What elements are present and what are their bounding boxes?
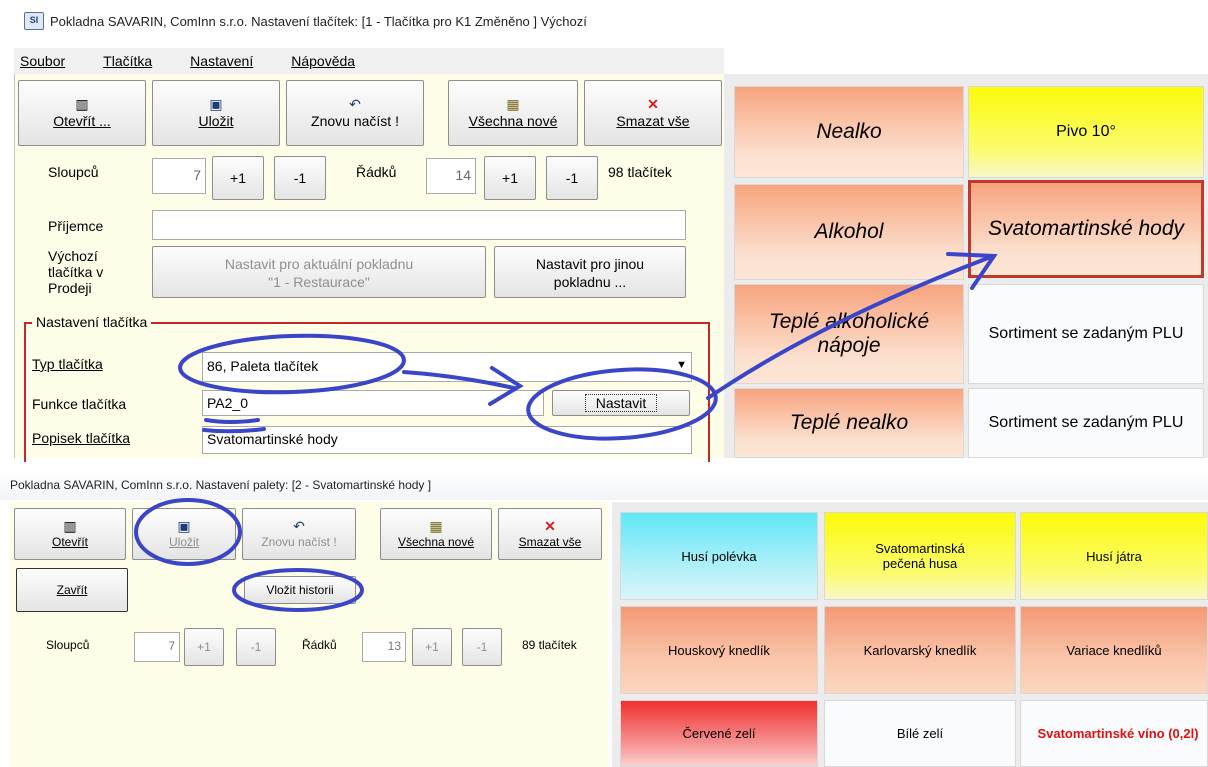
button-type-value: 86, Paleta tlačítek	[207, 358, 319, 374]
button-description-label: Popisek tlačítka	[32, 430, 131, 446]
palette-columns-label: Sloupců	[46, 638, 90, 652]
delete-x-icon: ✕	[647, 96, 659, 112]
set-other-register-button[interactable]: Nastavit pro jinou pokladnu ...	[494, 246, 686, 298]
palette-button-cervene-zeli[interactable]: Červené zelí	[620, 700, 818, 767]
grid-button-svatomartinske-hody[interactable]: Svatomartinské hody	[968, 180, 1204, 278]
menu-soubor[interactable]: Soubor	[20, 53, 65, 69]
open-button[interactable]: ▥ Otevřít ...	[18, 80, 146, 146]
palette-button-karlovarsky-knedlik[interactable]: Karlovarský knedlík	[824, 606, 1016, 694]
grid-button-alkohol[interactable]: Alkohol	[734, 184, 964, 280]
delete-all-button-label: Smazat vše	[616, 113, 690, 129]
button-function-label: Funkce tlačítka	[32, 396, 127, 412]
undo-icon: ↶	[349, 96, 361, 112]
grid-button-sortiment-plu-1[interactable]: Sortiment se zadaným PLU	[968, 284, 1204, 384]
grid-button-teple-nealko[interactable]: Teplé nealko	[734, 388, 964, 458]
palette-save-label: Uložit	[168, 535, 199, 549]
app-icon: SI	[24, 12, 44, 30]
save-button[interactable]: ▣ Uložit	[152, 80, 280, 146]
grid-button-pivo[interactable]: Pivo 10°	[968, 86, 1204, 178]
palette-columns-minus[interactable]: -1	[236, 628, 276, 666]
palette-rows-input[interactable]: 13	[362, 632, 406, 662]
palette-reload-button[interactable]: ↶ Znovu načíst !	[242, 508, 356, 560]
button-type-select[interactable]: 86, Paleta tlačítek ▼	[202, 352, 692, 382]
grid-button-sortiment-plu-2[interactable]: Sortiment se zadaným PLU	[968, 388, 1204, 458]
floppy-icon: ▣	[209, 96, 223, 112]
default-buttons-label: Výchozí tlačítka v Prodeji	[48, 248, 104, 296]
delete-all-button[interactable]: ✕ Smazat vše	[584, 80, 722, 146]
new-grid-icon: ▦	[429, 518, 443, 534]
palette-button-count: 89 tlačítek	[522, 638, 577, 652]
palette-open-label: Otevřít	[51, 535, 88, 549]
close-button[interactable]: Zavřít	[16, 568, 128, 612]
button-count: 98 tlačítek	[608, 164, 672, 180]
palette-columns-input[interactable]: 7	[134, 632, 180, 662]
palette-open-button[interactable]: ▥ Otevřít	[14, 508, 126, 560]
columns-input[interactable]: 7	[152, 158, 206, 194]
palette-button-husi-jatra[interactable]: Husí játra	[1020, 512, 1208, 600]
palette-rows-label: Řádků	[302, 638, 337, 652]
palette-reload-label: Znovu načíst !	[261, 535, 337, 549]
top-window-titlebar: SI Pokladna SAVARIN, ComInn s.r.o. Nasta…	[0, 0, 1208, 42]
rows-plus-button[interactable]: +1	[484, 156, 536, 200]
new-all-button-label: Všechna nové	[468, 113, 558, 129]
floppy-icon: ▣	[177, 518, 191, 534]
palette-button-bile-zeli[interactable]: Bílé zelí	[824, 700, 1016, 767]
insert-history-button[interactable]: Vložit historii	[244, 576, 356, 604]
columns-label: Sloupců	[48, 164, 99, 180]
palette-new-all-label: Všechna nové	[397, 535, 475, 549]
bottom-window-titlebar: Pokladna SAVARIN, ComInn s.r.o. Nastaven…	[0, 470, 1208, 500]
open-button-label: Otevřít ...	[53, 113, 111, 129]
columns-icon: ▥	[75, 96, 89, 112]
columns-minus-button[interactable]: -1	[274, 156, 326, 200]
undo-icon: ↶	[293, 518, 305, 534]
columns-plus-button[interactable]: +1	[212, 156, 264, 200]
recipient-label: Příjemce	[48, 218, 104, 234]
palette-save-button[interactable]: ▣ Uložit	[132, 508, 236, 560]
rows-label: Řádků	[356, 164, 397, 180]
menu-tlacitka[interactable]: Tlačítka	[103, 53, 152, 69]
palette-columns-plus[interactable]: +1	[184, 628, 224, 666]
grid-button-teple-alkoholicke[interactable]: Teplé alkoholické nápoje	[734, 284, 964, 384]
palette-button-houskovy-knedlik[interactable]: Houskový knedlík	[620, 606, 818, 694]
reload-button[interactable]: ↶ Znovu načíst !	[286, 80, 424, 146]
delete-x-icon: ✕	[544, 518, 556, 534]
menu-nastaveni[interactable]: Nastavení	[190, 53, 253, 69]
button-settings-title: Nastavení tlačítka	[32, 314, 152, 330]
button-type-label: Typ tlačítka	[32, 356, 103, 372]
button-description-input[interactable]: Svatomartinské hody	[202, 426, 692, 454]
palette-delete-all-button[interactable]: ✕ Smazat vše	[498, 508, 602, 560]
grid-button-nealko[interactable]: Nealko	[734, 86, 964, 178]
palette-new-all-button[interactable]: ▦ Všechna nové	[380, 508, 492, 560]
save-button-label: Uložit	[198, 113, 234, 129]
new-all-button[interactable]: ▦ Všechna nové	[448, 80, 578, 146]
top-window-title: Pokladna SAVARIN, ComInn s.r.o. Nastaven…	[50, 13, 587, 29]
rows-input[interactable]: 14	[426, 158, 476, 194]
menu-bar: Soubor Tlačítka Nastavení Nápověda	[14, 48, 724, 74]
rows-minus-button[interactable]: -1	[546, 156, 598, 200]
button-function-input[interactable]: PA2_0	[202, 390, 544, 416]
set-function-button[interactable]: Nastavit	[552, 390, 690, 416]
palette-button-variace-knedliku[interactable]: Variace knedlíků	[1020, 606, 1208, 694]
palette-button-husi-polevka[interactable]: Husí polévka	[620, 512, 818, 600]
palette-button-pecena-husa[interactable]: Svatomartinská pečená husa	[824, 512, 1016, 600]
palette-rows-plus[interactable]: +1	[412, 628, 452, 666]
bottom-window-title: Pokladna SAVARIN, ComInn s.r.o. Nastaven…	[10, 478, 432, 492]
menu-napoveda[interactable]: Nápověda	[291, 53, 355, 69]
palette-button-svatomartinske-vino[interactable]: Svatomartinské víno (0,2l)	[1020, 700, 1208, 767]
chevron-down-icon[interactable]: ▼	[676, 359, 687, 371]
palette-delete-all-label: Smazat vše	[518, 535, 582, 549]
recipient-input[interactable]	[152, 210, 686, 240]
reload-button-label: Znovu načíst !	[311, 113, 399, 129]
set-current-register-button[interactable]: Nastavit pro aktuální pokladnu "1 - Rest…	[152, 246, 486, 298]
new-grid-icon: ▦	[506, 96, 520, 112]
columns-icon: ▥	[63, 518, 77, 534]
palette-rows-minus[interactable]: -1	[462, 628, 502, 666]
